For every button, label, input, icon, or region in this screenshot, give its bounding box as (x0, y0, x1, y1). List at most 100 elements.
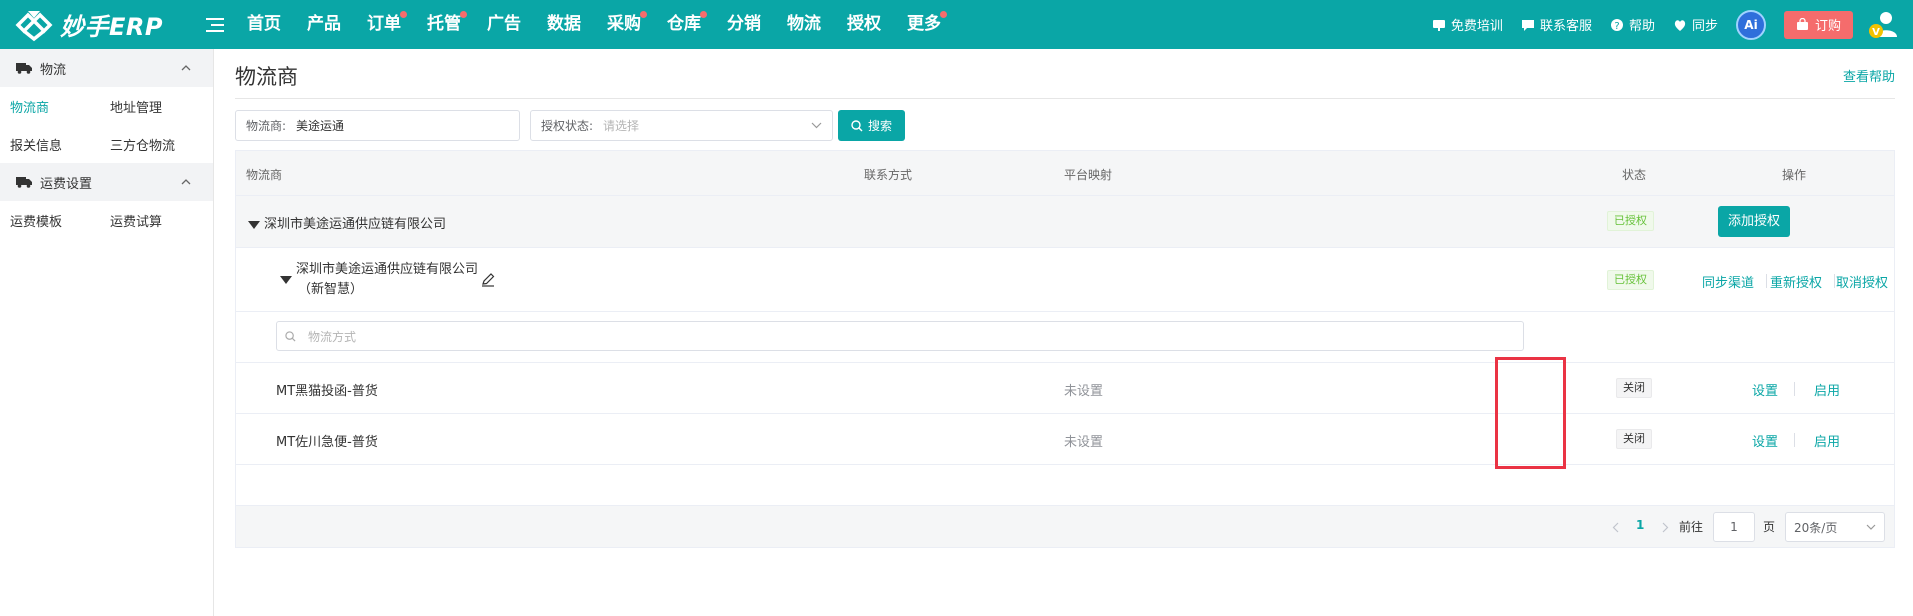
divider (1834, 274, 1835, 288)
table-row-company: 深圳市美途运通供应链有限公司 已授权 添加授权 (236, 196, 1894, 248)
ai-assistant-button[interactable]: Ai (1735, 9, 1766, 40)
divider (1794, 433, 1795, 447)
account-name-line1: 深圳市美途运通供应链有限公司 (296, 262, 479, 277)
pagination: 1 前往 1 页 20条/页 (235, 506, 1895, 548)
search-label: 搜索 (867, 119, 892, 133)
divider (1794, 382, 1795, 396)
sidebar-group-label: 运费设置 (40, 176, 93, 192)
status-badge: 关闭 (1616, 378, 1652, 398)
auth-status-placeholder: 请选择 (603, 119, 640, 133)
nav-item-hosting[interactable]: 托管 (414, 0, 474, 49)
order-button[interactable]: 订购 (1783, 10, 1853, 39)
chevron-left-icon[interactable] (1612, 522, 1619, 533)
nav-item-home[interactable]: 首页 (234, 0, 294, 49)
notification-dot (940, 11, 947, 18)
sidebar-group-freight[interactable]: 运费设置 (0, 163, 213, 201)
brand-logo[interactable]: 妙手ERP (14, 7, 184, 42)
reauthorize-link[interactable]: 重新授权 (1770, 272, 1822, 291)
nav-item-warehouse[interactable]: 仓库 (654, 0, 714, 49)
page-unit-label: 页 (1763, 520, 1776, 534)
table-header: 物流商 联系方式 平台映射 状态 操作 (236, 151, 1894, 196)
carrier-filter-value: 美途运通 (296, 119, 345, 133)
status-badge: 关闭 (1616, 429, 1652, 449)
status-badge: 已授权 (1607, 270, 1654, 290)
sync-icon (1674, 19, 1686, 31)
chevron-up-icon (181, 179, 191, 185)
add-auth-button[interactable]: 添加授权 (1718, 206, 1791, 237)
table-row: MT佐川急便-普货 未设置 关闭 设置 启用 (236, 414, 1894, 465)
cancel-auth-link[interactable]: 取消授权 (1836, 272, 1888, 291)
truck-icon (16, 63, 32, 74)
help-icon: ? (1610, 18, 1623, 32)
edit-icon[interactable] (481, 273, 495, 287)
user-avatar-icon[interactable]: V (1867, 9, 1899, 41)
sidebar-item-freight-template[interactable]: 运费模板 (0, 211, 100, 230)
chevron-right-icon[interactable] (1662, 522, 1669, 533)
carrier-table: 物流商 联系方式 平台映射 状态 操作 深圳市美途运通供应链有限公司 已授权 添… (235, 150, 1895, 506)
carrier-filter-input[interactable]: 物流商: 美途运通 (235, 110, 520, 141)
help-label: 帮助 (1628, 19, 1655, 34)
col-carrier: 物流商 (246, 168, 283, 182)
chevron-up-icon (181, 65, 191, 71)
table-row-method-search: 物流方式 (236, 312, 1894, 363)
sidebar-group-logistics[interactable]: 物流 (0, 49, 213, 87)
col-contact: 联系方式 (864, 168, 913, 182)
page-size-select[interactable]: 20条/页 (1785, 512, 1885, 542)
sidebar-item-address-management[interactable]: 地址管理 (100, 97, 200, 116)
view-help-link[interactable]: 查看帮助 (1843, 66, 1895, 85)
company-cell[interactable]: 深圳市美途运通供应链有限公司 (248, 213, 446, 232)
sidebar-item-3pl-logistics[interactable]: 三方仓物流 (100, 135, 200, 154)
sidebar: 物流 物流商 地址管理 报关信息 三方仓物流 运费设置 运费模板 运费试算 (0, 49, 214, 616)
divider (1766, 274, 1767, 288)
search-icon (851, 119, 863, 131)
auth-status-select[interactable]: 授权状态: 请选择 (530, 110, 833, 141)
nav-item-more[interactable]: 更多 (894, 0, 954, 49)
nav-item-orders[interactable]: 订单 (354, 0, 414, 49)
sidebar-group-label: 物流 (40, 62, 67, 78)
svg-text:V: V (1872, 27, 1880, 38)
svg-text:?: ? (1614, 21, 1619, 32)
sync-channels-link[interactable]: 同步渠道 (1702, 272, 1754, 291)
divider (235, 98, 1895, 99)
method-name: MT黑猫投函-普货 (276, 384, 378, 399)
search-button[interactable]: 搜索 (838, 110, 905, 141)
top-right-tools: 免费培训 联系客服 ? 帮助 同步 Ai 订购 V (1414, 9, 1913, 41)
sidebar-item-carriers[interactable]: 物流商 (0, 97, 100, 116)
nav-item-logistics[interactable]: 物流 (774, 0, 834, 49)
settings-link[interactable]: 设置 (1752, 380, 1778, 399)
table-row-account: 深圳市美途运通供应链有限公司 （新智慧） 已授权 同步渠道 重新授权 取消授权 (236, 248, 1894, 312)
settings-link[interactable]: 设置 (1752, 431, 1778, 450)
nav-item-authorization[interactable]: 授权 (834, 0, 894, 49)
ai-label: Ai (1744, 17, 1758, 32)
training-icon (1432, 19, 1445, 31)
account-name: 深圳市美途运通供应链有限公司 （新智慧） (296, 260, 478, 300)
caret-down-icon[interactable] (280, 276, 292, 284)
nav-item-ads[interactable]: 广告 (474, 0, 534, 49)
nav-item-products[interactable]: 产品 (294, 0, 354, 49)
notification-dot (400, 11, 407, 18)
page-title: 物流商 (235, 65, 298, 89)
notification-dot (700, 11, 707, 18)
menu-toggle-icon[interactable] (206, 17, 224, 32)
shipping-method-search-input[interactable]: 物流方式 (276, 321, 1524, 351)
account-name-line2: （新智慧） (298, 282, 364, 297)
sidebar-item-freight-calculator[interactable]: 运费试算 (100, 211, 200, 230)
method-mapping: 未设置 (1064, 435, 1104, 450)
contact-support-link[interactable]: 联系客服 (1521, 15, 1592, 34)
notification-dot (640, 11, 647, 18)
help-link[interactable]: ? 帮助 (1610, 15, 1655, 34)
enable-link[interactable]: 启用 (1814, 380, 1840, 399)
enable-link[interactable]: 启用 (1814, 431, 1840, 450)
sidebar-item-customs-info[interactable]: 报关信息 (0, 135, 100, 154)
nav-item-distribution[interactable]: 分销 (714, 0, 774, 49)
free-training-link[interactable]: 免费培训 (1432, 15, 1503, 34)
page-number-current[interactable]: 1 (1636, 518, 1644, 532)
sync-link[interactable]: 同步 (1673, 15, 1718, 34)
nav-item-data[interactable]: 数据 (534, 0, 594, 49)
goto-page-input[interactable]: 1 (1713, 512, 1755, 542)
nav-item-purchase[interactable]: 采购 (594, 0, 654, 49)
table-row: MT黑猫投函-普货 未设置 关闭 设置 启用 (236, 363, 1894, 414)
col-mapping: 平台映射 (1064, 168, 1113, 182)
chevron-down-icon (1866, 524, 1876, 530)
chat-icon (1521, 19, 1534, 31)
